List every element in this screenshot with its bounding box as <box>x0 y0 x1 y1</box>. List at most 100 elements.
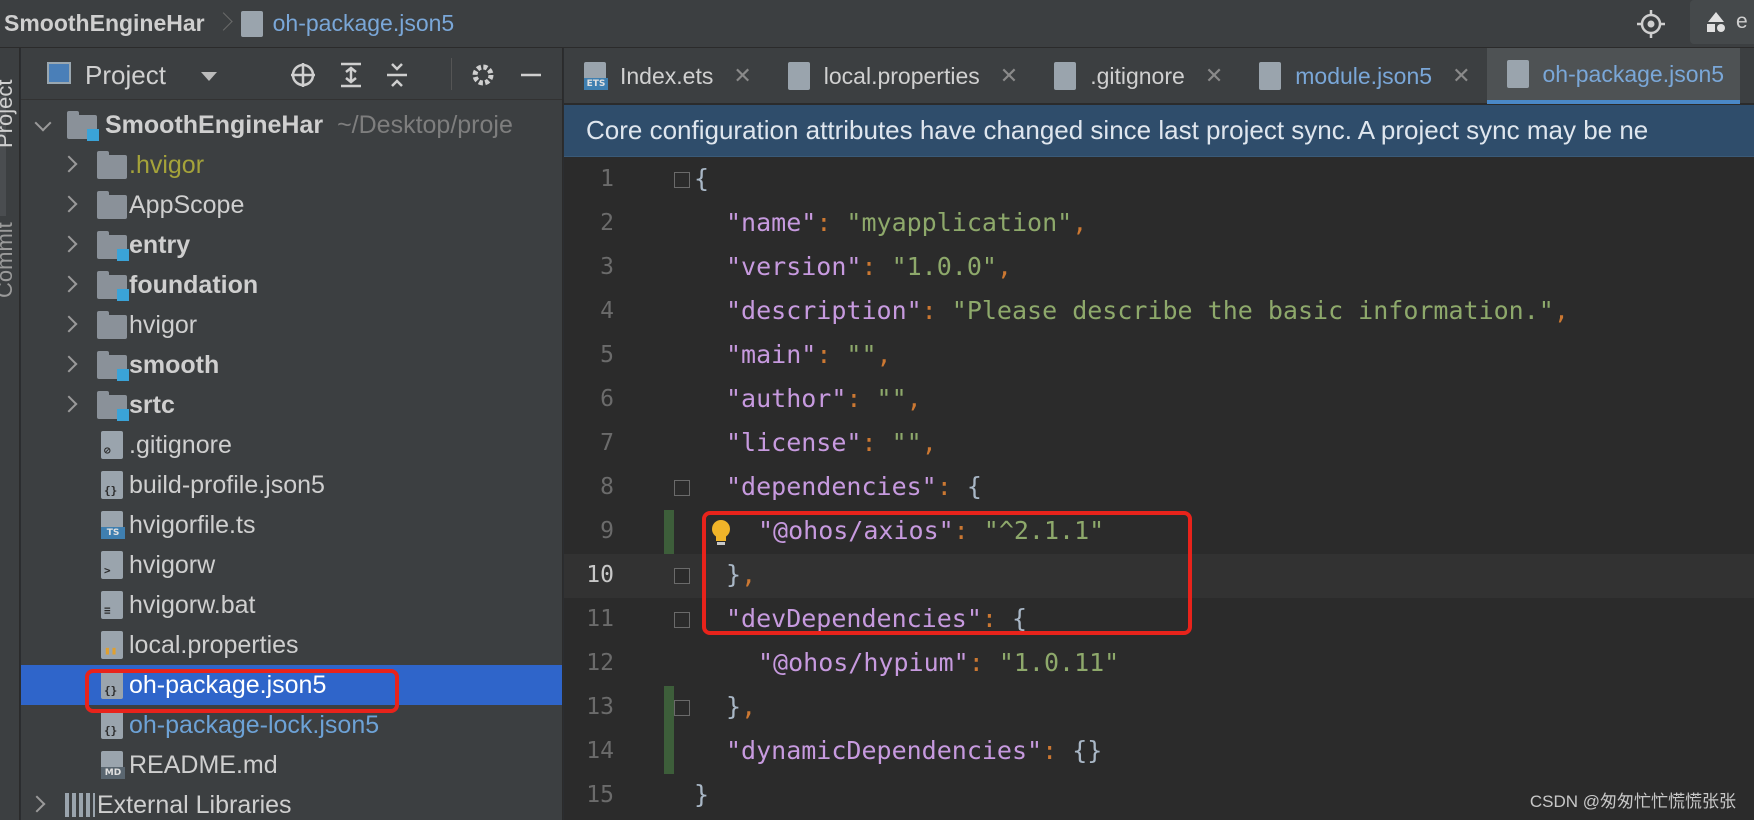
module-folder-icon <box>67 111 99 141</box>
fold-marker-icon[interactable] <box>674 700 690 716</box>
run-configuration-selector[interactable]: e <box>1690 0 1754 44</box>
tree-item[interactable]: srtc <box>21 385 562 425</box>
project-panel-header: Project <box>21 48 562 100</box>
fold-marker-icon[interactable] <box>674 568 690 584</box>
code-text: "name": "myapplication", <box>726 208 1088 237</box>
gitignore-file-icon: ⊘ <box>101 431 123 459</box>
tab-label: .gitignore <box>1090 62 1185 89</box>
tree-item-label: hvigorw <box>129 551 216 579</box>
breadcrumb-project[interactable]: SmoothEngineHar <box>4 10 205 37</box>
collapse-all-icon[interactable] <box>383 61 411 89</box>
tree-item[interactable]: entry <box>21 225 562 265</box>
folder-icon <box>97 151 127 179</box>
locate-target-icon[interactable] <box>1636 9 1666 39</box>
json-file-icon <box>240 10 263 37</box>
tree-item[interactable]: {} build-profile.json5 <box>21 465 562 505</box>
text-file-icon: ≡ <box>101 591 123 619</box>
tree-item[interactable]: TS hvigorfile.ts <box>21 505 562 545</box>
close-icon[interactable]: ✕ <box>1000 63 1018 89</box>
tree-item[interactable]: .hvigor <box>21 145 562 185</box>
close-icon[interactable]: ✕ <box>1205 63 1223 89</box>
tab-gitignore[interactable]: .gitignore ✕ <box>1034 48 1239 104</box>
tree-item[interactable]: ▮▮ local.properties <box>21 625 562 665</box>
fold-marker-icon[interactable] <box>674 172 690 188</box>
chevron-right-icon[interactable] <box>60 195 78 213</box>
fold-marker-icon[interactable] <box>674 480 690 496</box>
chevron-right-icon[interactable] <box>60 315 78 333</box>
tree-item-label: .hvigor <box>129 151 205 179</box>
tool-window-strip: Project Commit <box>0 48 20 820</box>
code-line: 4 "description": "Please describe the ba… <box>564 290 1754 334</box>
project-tool-button[interactable]: Project <box>0 80 18 148</box>
code-text: }, <box>726 560 757 589</box>
breadcrumb-file[interactable]: oh-package.json5 <box>273 10 455 37</box>
tab-index-ets[interactable]: ETS Index.ets ✕ <box>564 48 768 104</box>
tree-item[interactable]: > hvigorw <box>21 545 562 585</box>
tree-item[interactable]: {} oh-package-lock.json5 <box>21 705 562 745</box>
code-line: 5 "main": "", <box>564 334 1754 378</box>
tree-item-label: entry <box>129 231 191 259</box>
line-number: 6 <box>600 386 614 412</box>
tab-oh-package-json5[interactable]: oh-package.json5 <box>1486 48 1741 104</box>
lightbulb-icon[interactable] <box>710 518 732 548</box>
json-file-icon <box>1259 62 1282 90</box>
chevron-right-icon[interactable] <box>60 235 78 253</box>
line-number: 3 <box>600 254 614 280</box>
tree-item[interactable]: hvigor <box>21 305 562 345</box>
tab-module-json5[interactable]: module.json5 ✕ <box>1239 48 1486 104</box>
close-icon[interactable]: ✕ <box>1452 63 1470 89</box>
gear-icon[interactable] <box>469 61 497 89</box>
tree-item-external-libraries[interactable]: External Libraries <box>21 785 562 820</box>
code-editor[interactable]: 1 { 2 "name": "myapplication", 3 "versio… <box>564 158 1754 820</box>
tab-local-properties[interactable]: local.properties ✕ <box>768 48 1034 104</box>
chevron-right-icon[interactable] <box>60 155 78 173</box>
line-number: 11 <box>586 606 614 632</box>
sync-notification-text: Core configuration attributes have chang… <box>586 115 1649 145</box>
fold-marker-icon[interactable] <box>674 612 690 628</box>
tab-label: oh-package.json5 <box>1542 60 1725 87</box>
chevron-right-icon[interactable] <box>28 795 46 813</box>
line-number: 14 <box>586 738 614 764</box>
code-line: 12 "@ohos/hypium": "1.0.11" <box>564 642 1754 686</box>
code-line: 1 { <box>564 158 1754 202</box>
run-config-label: e <box>1736 10 1748 33</box>
chevron-right-icon[interactable] <box>60 355 78 373</box>
tree-item[interactable]: foundation <box>21 265 562 305</box>
tree-item[interactable]: MD README.md <box>21 745 562 785</box>
chevron-right-icon[interactable] <box>60 275 78 293</box>
tree-item-selected[interactable]: {} oh-package.json5 <box>21 665 562 705</box>
tree-item-label: oh-package.json5 <box>129 671 327 699</box>
chevron-down-icon[interactable] <box>34 114 52 132</box>
line-number: 13 <box>586 694 614 720</box>
tree-item[interactable]: ⊘ .gitignore <box>21 425 562 465</box>
line-number: 9 <box>600 518 614 544</box>
module-folder-icon <box>97 351 129 381</box>
tree-item-label: foundation <box>129 271 259 299</box>
tree-item-label: hvigor <box>129 311 198 339</box>
chevron-right-icon[interactable] <box>60 395 78 413</box>
code-text: "version": "1.0.0", <box>726 252 1012 281</box>
tree-item-label: .gitignore <box>129 431 232 459</box>
hide-panel-icon[interactable] <box>517 61 545 89</box>
tree-item-label: oh-package-lock.json5 <box>129 711 380 739</box>
code-text: "dependencies": { <box>726 472 982 501</box>
tree-root[interactable]: SmoothEngineHar ~/Desktop/proje <box>21 105 562 145</box>
sync-notification-banner: Core configuration attributes have chang… <box>564 105 1754 157</box>
line-number: 10 <box>586 562 614 588</box>
code-line-current: 10 }, <box>564 554 1754 598</box>
tree-item-label: External Libraries <box>97 791 292 819</box>
locate-file-icon[interactable] <box>289 61 317 89</box>
markdown-file-icon: MD <box>101 751 125 779</box>
chevron-down-icon[interactable] <box>201 72 217 81</box>
commit-tool-button[interactable]: Commit <box>0 222 18 298</box>
tree-item[interactable]: ≡ hvigorw.bat <box>21 585 562 625</box>
tree-item[interactable]: AppScope <box>21 185 562 225</box>
line-number: 7 <box>600 430 614 456</box>
tree-item-label: hvigorfile.ts <box>129 511 256 539</box>
project-view-title[interactable]: Project <box>85 60 166 91</box>
tree-item-label: build-profile.json5 <box>129 471 325 499</box>
close-icon[interactable]: ✕ <box>733 63 751 89</box>
project-view-icon <box>47 62 71 84</box>
expand-all-icon[interactable] <box>337 61 365 89</box>
tree-item[interactable]: smooth <box>21 345 562 385</box>
